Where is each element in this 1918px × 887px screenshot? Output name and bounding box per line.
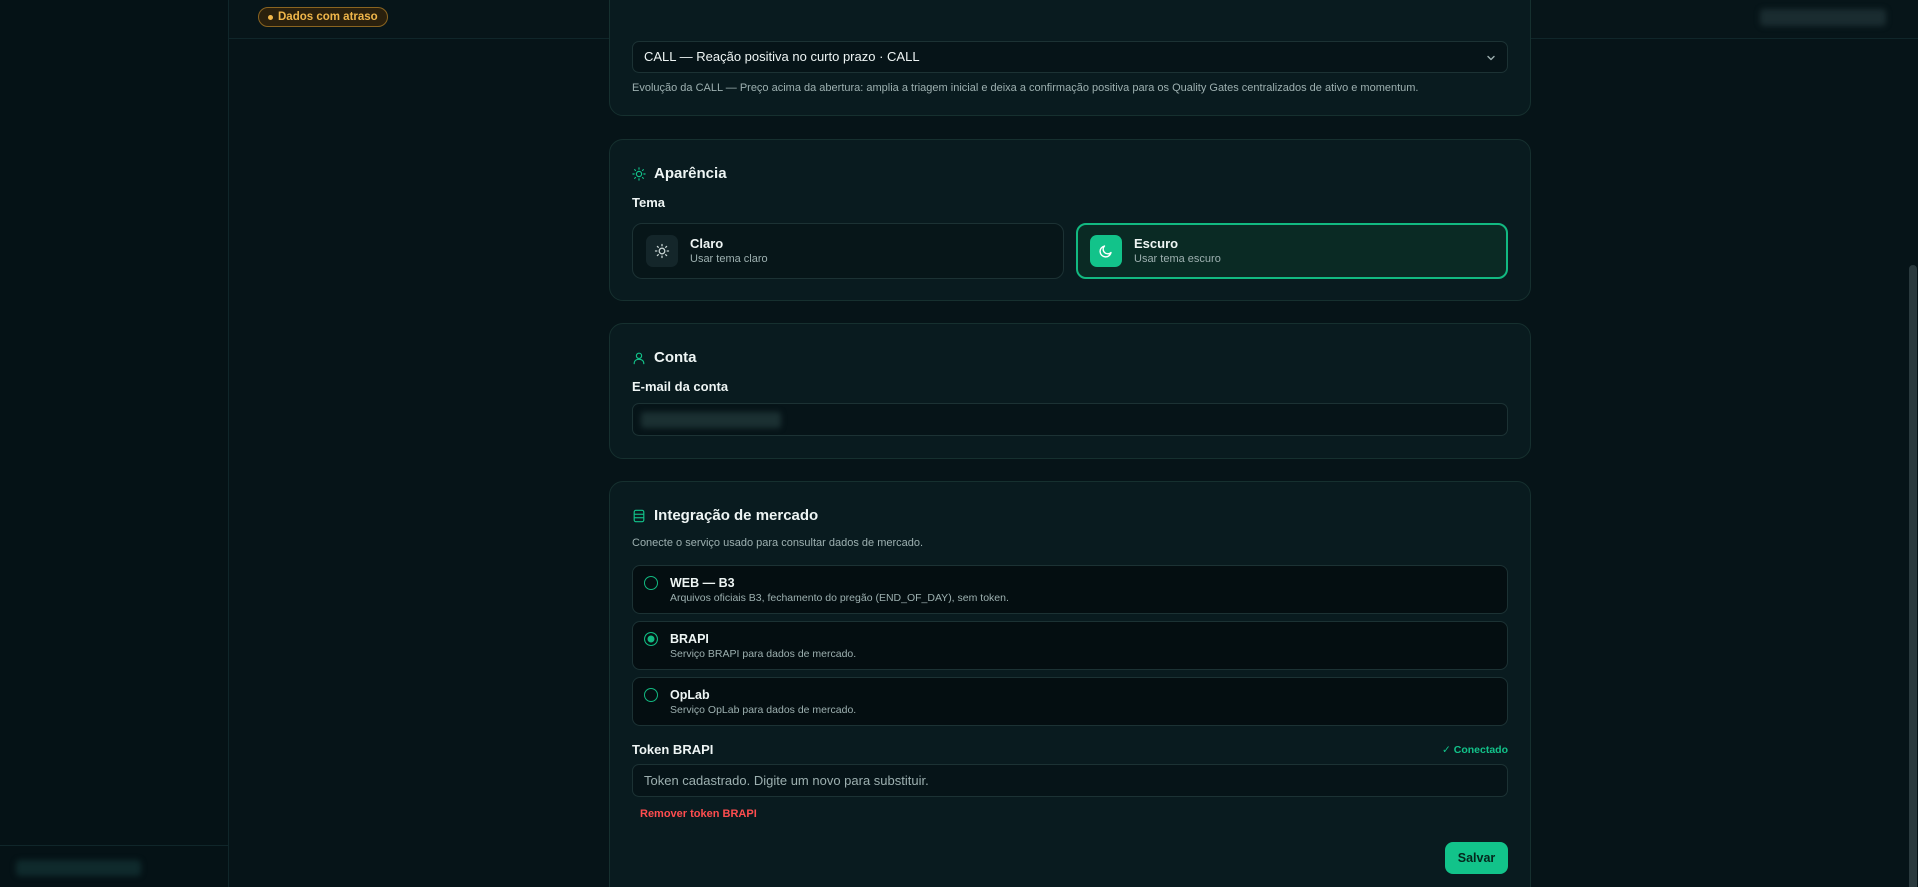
status-dot-icon [268, 15, 273, 20]
email-label: E-mail da conta [632, 379, 729, 394]
email-value-redacted [641, 412, 781, 428]
user-menu-redacted[interactable] [1760, 9, 1886, 26]
scrollbar-thumb[interactable] [1909, 265, 1917, 887]
provider-option-web-b3[interactable]: WEB — B3 Arquivos oficiais B3, fechament… [632, 565, 1508, 614]
provider-description: Serviço BRAPI para dados de mercado. [670, 648, 857, 660]
chevron-down-icon [1487, 55, 1495, 61]
connection-status: ✓ Conectado [1442, 744, 1508, 756]
user-info-redacted[interactable] [16, 860, 141, 876]
database-icon [633, 509, 645, 522]
theme-dark-sub: Usar tema escuro [1134, 253, 1221, 265]
strategy-select-value: CALL — Reação positiva no curto prazo · … [644, 49, 920, 64]
status-badge-label: Dados com atraso [278, 11, 378, 23]
save-button[interactable]: Salvar [1445, 842, 1508, 874]
theme-light-name: Claro [690, 236, 724, 251]
account-title-label: Conta [654, 349, 697, 366]
strategy-description: Evolução da CALL — Preço acima da abertu… [632, 82, 1419, 94]
provider-name: OpLab [670, 688, 710, 702]
sun-icon [646, 235, 678, 267]
theme-option-dark[interactable]: Escuro Usar tema escuro [1076, 223, 1508, 279]
provider-option-brapi[interactable]: BRAPI Serviço BRAPI para dados de mercad… [632, 621, 1508, 670]
account-title: Conta [632, 349, 697, 366]
moon-icon [1090, 235, 1122, 267]
appearance-title-label: Aparência [654, 165, 727, 182]
provider-description: Arquivos oficiais B3, fechamento do preg… [670, 592, 1009, 604]
market-title-label: Integração de mercado [654, 507, 819, 524]
sidebar-footer [0, 845, 229, 887]
appearance-card: Aparência Tema Claro Usar tema claro Esc… [609, 139, 1531, 301]
radio-unchecked[interactable] [644, 688, 658, 702]
sidebar [0, 0, 229, 887]
token-label: Token BRAPI [632, 742, 714, 757]
strategy-card: CALL — Reação positiva no curto prazo · … [609, 0, 1531, 116]
theme-light-sub: Usar tema claro [690, 253, 768, 265]
strategy-select[interactable]: CALL — Reação positiva no curto prazo · … [632, 41, 1508, 73]
provider-option-oplab[interactable]: OpLab Serviço OpLab para dados de mercad… [632, 677, 1508, 726]
market-description: Conecte o serviço usado para consultar d… [632, 537, 924, 549]
provider-description: Serviço OpLab para dados de mercado. [670, 704, 857, 716]
market-integration-card: Integração de mercado Conecte o serviço … [609, 481, 1531, 887]
sun-icon [632, 166, 646, 181]
radio-checked[interactable] [644, 632, 658, 646]
user-icon [633, 352, 645, 364]
provider-name: BRAPI [670, 632, 709, 646]
appearance-title: Aparência [632, 165, 727, 182]
theme-dark-name: Escuro [1134, 236, 1179, 251]
remove-token-link[interactable]: Remover token BRAPI [640, 808, 757, 820]
theme-label: Tema [632, 195, 665, 210]
radio-unchecked[interactable] [644, 576, 658, 590]
market-title: Integração de mercado [632, 507, 818, 524]
scrollbar[interactable] [1908, 39, 1918, 887]
token-input[interactable] [632, 764, 1508, 797]
data-delay-badge: Dados com atraso [258, 7, 388, 27]
theme-option-light[interactable]: Claro Usar tema claro [632, 223, 1064, 279]
email-field[interactable] [632, 403, 1508, 436]
provider-name: WEB — B3 [670, 576, 735, 590]
account-card: Conta E-mail da conta [609, 323, 1531, 459]
